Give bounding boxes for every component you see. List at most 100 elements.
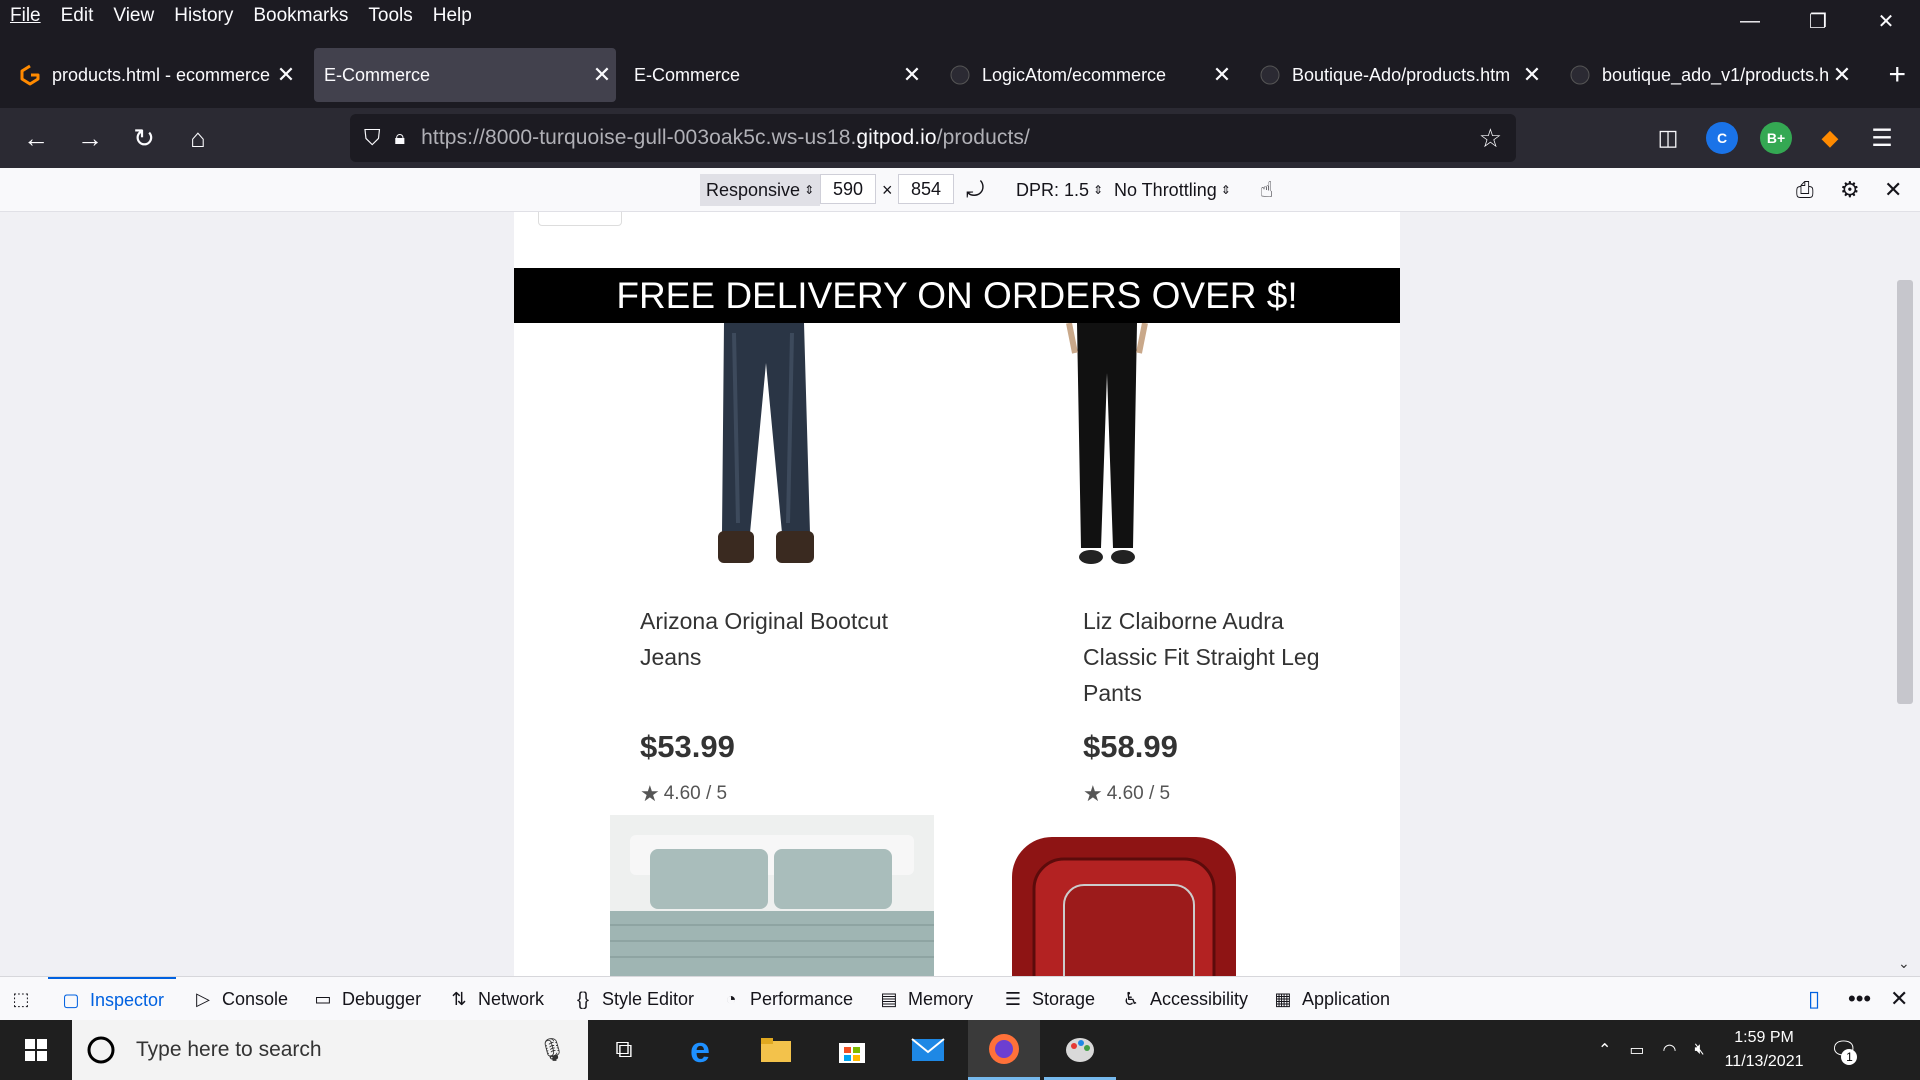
windows-start-icon[interactable] [0, 1020, 72, 1080]
github-icon [1568, 63, 1592, 87]
product-rating: ★ 4.60 / 5 [640, 781, 728, 806]
paint-icon[interactable] [1044, 1020, 1116, 1080]
hamburger-menu-icon[interactable]: ☰ [1866, 122, 1898, 154]
storage-icon: ☰ [1004, 988, 1022, 1009]
product-image[interactable] [704, 323, 824, 578]
tab-inspector[interactable]: ▢ Inspector [48, 977, 177, 1021]
chevron-up-icon[interactable]: ⌃ [1598, 1040, 1611, 1060]
product-image-plate[interactable] [994, 815, 1254, 976]
tab-memory[interactable]: ▤ Memory [878, 977, 973, 1021]
tab-boutique-ado[interactable]: Boutique-Ado/products.htm ✕ [1244, 48, 1546, 102]
firefox-icon[interactable] [968, 1020, 1040, 1080]
tab-ecommerce-active[interactable]: E-Commerce ✕ [314, 48, 616, 102]
url-bar[interactable]: ⛉ 🔒︎ https://8000-turquoise-gull-003oak5… [350, 114, 1516, 162]
product-name[interactable]: Liz Claiborne Audra Classic Fit Straight… [1083, 603, 1353, 711]
nav-bar: ← → ↻ ⌂ ⛉ 🔒︎ https://8000-turquoise-gull… [0, 108, 1920, 168]
file-explorer-icon[interactable] [740, 1020, 812, 1080]
width-input[interactable]: 590 [820, 174, 876, 204]
home-icon[interactable]: ⌂ [180, 120, 216, 156]
wifi-icon[interactable]: ◠ [1663, 1040, 1677, 1060]
edge-icon[interactable]: e [664, 1020, 736, 1080]
taskbar-search[interactable]: Type here to search 🎙︎ [72, 1020, 588, 1080]
restore-button[interactable]: ❐ [1784, 0, 1852, 42]
tab-boutique-ado-v1[interactable]: boutique_ado_v1/products.h ✕ [1554, 48, 1856, 102]
height-input[interactable]: 854 [898, 174, 954, 204]
dock-side-icon[interactable]: ▯ [1808, 977, 1820, 1021]
product-image-bedding[interactable] [610, 815, 934, 976]
tab-ecommerce[interactable]: E-Commerce ✕ [624, 48, 926, 102]
close-window-button[interactable]: ✕ [1852, 0, 1920, 42]
tab-network[interactable]: ⇅ Network [448, 977, 544, 1021]
close-tab-icon[interactable]: ✕ [272, 62, 300, 88]
pocket-icon[interactable]: ◫ [1652, 122, 1684, 154]
microphone-icon[interactable]: 🎙︎ [538, 1037, 566, 1063]
rotate-icon[interactable]: ⤾ [966, 174, 984, 206]
close-tab-icon[interactable]: ✕ [588, 62, 616, 88]
touch-simulation-icon[interactable]: ☝ [1260, 174, 1273, 206]
tab-accessibility[interactable]: ♿︎ Accessibility [1120, 977, 1248, 1021]
product-card[interactable]: Liz Claiborne Audra Classic Fit Straight… [957, 323, 1400, 806]
bookmark-star-icon[interactable]: ☆ [1479, 123, 1502, 154]
device-select[interactable]: Responsive ⇕ [700, 174, 821, 206]
close-tab-icon[interactable]: ✕ [898, 62, 926, 88]
volume-muted-icon[interactable]: 🔇︎ [1695, 1041, 1705, 1059]
menu-bookmarks[interactable]: Bookmarks [243, 5, 358, 27]
menu-help[interactable]: Help [423, 5, 482, 27]
settings-icon[interactable]: ⚙ [1840, 174, 1860, 206]
tab-application[interactable]: ▦ Application [1272, 977, 1390, 1021]
menu-view[interactable]: View [103, 5, 164, 27]
scroll-down-icon[interactable]: ⌄ [1898, 955, 1910, 972]
menubar: File Edit View History Bookmarks Tools H… [0, 0, 1920, 32]
close-tab-icon[interactable]: ✕ [1828, 62, 1856, 88]
tab-style-editor[interactable]: {} Style Editor [572, 977, 694, 1021]
new-tab-button[interactable]: + [1888, 58, 1906, 92]
notification-icon[interactable]: 🗨︎1 [1829, 1037, 1858, 1065]
store-icon[interactable] [816, 1020, 888, 1080]
tab-storage[interactable]: ☰ Storage [1002, 977, 1095, 1021]
reload-icon[interactable]: ↻ [126, 120, 162, 156]
lock-icon[interactable]: 🔒︎ [395, 127, 406, 150]
minimize-button[interactable]: — [1716, 0, 1784, 42]
tab-title: E-Commerce [634, 64, 741, 85]
close-tab-icon[interactable]: ✕ [1208, 62, 1236, 88]
close-tab-icon[interactable]: ✕ [1518, 62, 1546, 88]
scrollbar-thumb[interactable] [1897, 280, 1913, 704]
clock[interactable]: 1:59 PM 11/13/2021 [1725, 1026, 1804, 1074]
tab-console[interactable]: ▷ Console [192, 977, 288, 1021]
close-rdm-icon[interactable]: ✕ [1884, 174, 1902, 206]
gitpod-icon[interactable]: ◆ [1814, 122, 1846, 154]
tab-performance[interactable]: ◔ Performance [720, 977, 853, 1021]
page-scrollbar[interactable]: ⌄ [1890, 212, 1920, 976]
more-options-icon[interactable]: ••• [1848, 977, 1871, 1021]
close-devtools-icon[interactable]: ✕ [1890, 977, 1908, 1021]
menu-file[interactable]: File [0, 5, 51, 27]
tab-title: boutique_ado_v1/products.h [1602, 64, 1828, 85]
tab-products-html[interactable]: products.html - ecommerce ✕ [4, 48, 300, 102]
product-name[interactable]: Arizona Original Bootcut Jeans [640, 603, 910, 675]
back-icon[interactable]: ← [18, 120, 54, 156]
dpr-select[interactable]: DPR: 1.5 ⇕ [1016, 174, 1103, 206]
extension-b-icon[interactable]: B+ [1760, 122, 1792, 154]
github-icon [948, 63, 972, 87]
star-icon: ★ [1083, 781, 1103, 806]
throttling-select[interactable]: No Throttling ⇕ [1114, 174, 1231, 206]
navbar-toggler[interactable] [538, 212, 622, 226]
shield-icon[interactable]: ⛉ [364, 125, 381, 151]
tab-debugger[interactable]: ▭ Debugger [312, 977, 421, 1021]
forward-icon[interactable]: → [72, 120, 108, 156]
extension-c-icon[interactable]: C [1706, 122, 1738, 154]
url-text[interactable]: https://8000-turquoise-gull-003oak5c.ws-… [421, 126, 1030, 150]
product-card[interactable]: Arizona Original Bootcut Jeans $53.99 ★ … [514, 323, 957, 806]
tab-logicatom[interactable]: LogicAtom/ecommerce ✕ [934, 48, 1236, 102]
product-image[interactable] [1057, 323, 1157, 578]
element-picker-icon[interactable]: ⬚ [10, 977, 40, 1021]
mail-icon[interactable] [892, 1020, 964, 1080]
battery-icon[interactable]: ▭ [1629, 1040, 1644, 1060]
menu-history[interactable]: History [164, 5, 243, 27]
delivery-banner: FREE DELIVERY ON ORDERS OVER $! [514, 268, 1400, 323]
menu-tools[interactable]: Tools [358, 5, 422, 27]
menu-edit[interactable]: Edit [51, 5, 104, 27]
task-view-icon[interactable]: ⧉ [588, 1020, 660, 1080]
page-content: FREE DELIVERY ON ORDERS OVER $! Arizona … [514, 212, 1400, 976]
screenshot-icon[interactable]: ⎙ [1796, 174, 1814, 206]
